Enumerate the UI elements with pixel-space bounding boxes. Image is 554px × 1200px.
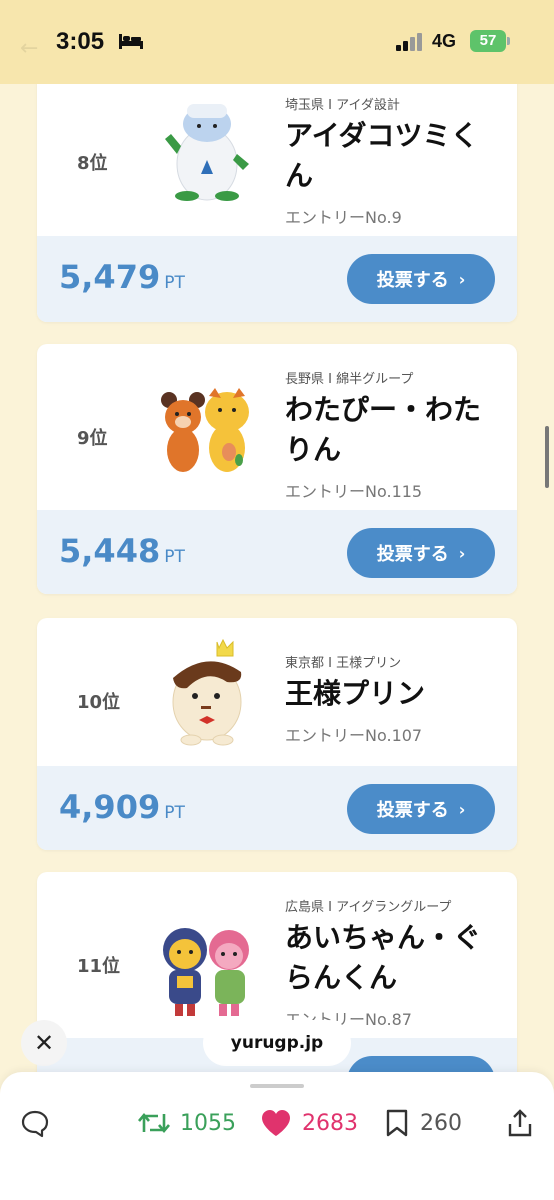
mascot-image	[161, 388, 249, 472]
rank-label: 9位	[77, 428, 108, 449]
repost-icon	[138, 1112, 170, 1134]
url-pill[interactable]: yurugp.jp	[203, 1020, 351, 1066]
card-footer: 5,479 PT 投票する ›	[37, 236, 517, 322]
vote-button[interactable]: 投票する ›	[347, 528, 495, 578]
vote-label: 投票する	[376, 270, 449, 291]
chevron-right-icon: ›	[458, 543, 466, 563]
share-icon	[508, 1109, 532, 1137]
close-button[interactable]: ✕	[21, 1020, 67, 1066]
heart-icon	[262, 1110, 290, 1136]
url-text: yurugp.jp	[230, 1033, 324, 1053]
ranking-card: 10位 東京都 I 王様プリン 王様プリン エントリーNo.107 4,909 P…	[37, 618, 517, 850]
share-button[interactable]	[506, 1108, 534, 1138]
prefecture-org: 長野県 I 綿半グループ	[285, 372, 414, 387]
rank-label: 10位	[77, 692, 121, 713]
points-value: 5,448	[59, 532, 161, 570]
like-count: 2683	[302, 1110, 358, 1136]
points-unit: PT	[164, 273, 185, 293]
signal-icon	[396, 33, 424, 51]
vote-label: 投票する	[376, 544, 449, 565]
scrollbar[interactable]	[545, 426, 549, 488]
sleep-focus-icon	[119, 34, 143, 49]
vote-label: 投票する	[376, 800, 449, 821]
mascot-name: わたぴー・わたりん	[285, 393, 482, 466]
entry-number: エントリーNo.115	[285, 482, 423, 501]
prefecture-org: 広島県 I アイグラングループ	[285, 900, 452, 915]
ranking-card: 8位 埼玉県 I アイダ設計 アイダコツミくん エントリーNo.9 5,479 P…	[37, 84, 517, 322]
mascot-image	[165, 104, 249, 201]
bookmark-icon	[386, 1109, 408, 1137]
card-footer: 4,909 PT 投票する ›	[37, 766, 517, 850]
points-display: 5,448 PT	[59, 532, 185, 570]
repost-count: 1055	[180, 1110, 236, 1136]
vote-button[interactable]: 投票する ›	[347, 784, 495, 834]
mascot-name: あいちゃん・ぐらんくん	[285, 921, 482, 994]
battery-tip	[507, 37, 510, 45]
mascot-name: アイダコツミくん	[285, 119, 479, 192]
points-display: 4,909 PT	[59, 788, 185, 826]
battery-level: 57	[470, 30, 506, 52]
sheet-grabber[interactable]	[250, 1084, 304, 1088]
bookmark-button[interactable]: 260	[384, 1108, 462, 1138]
rank-label: 11位	[77, 956, 121, 977]
mascot-name: 王様プリン	[285, 677, 426, 710]
reply-icon	[21, 1110, 49, 1138]
status-time: 3:05	[56, 28, 105, 55]
points-unit: PT	[164, 547, 185, 567]
chevron-right-icon: ›	[458, 269, 466, 289]
back-arrow-icon: ←	[20, 36, 39, 61]
points-value: 4,909	[59, 788, 161, 826]
mascot-image	[172, 638, 242, 746]
status-bar: ← 3:05 4G 57	[0, 0, 554, 84]
points-display: 5,479 PT	[59, 258, 185, 296]
card-footer: 5,448 PT 投票する ›	[37, 510, 517, 594]
rank-label: 8位	[77, 153, 108, 174]
prefecture-org: 埼玉県 I アイダ設計	[285, 98, 400, 113]
vote-button[interactable]: 投票する ›	[347, 254, 495, 304]
ranking-card: 9位 長野県 I 綿半グループ わたぴー・わたりん エントリーNo.115 5,…	[37, 344, 517, 594]
points-unit: PT	[164, 803, 185, 823]
network-type: 4G	[432, 31, 457, 51]
close-icon: ✕	[33, 1029, 55, 1057]
prefecture-org: 東京都 I 王様プリン	[285, 656, 402, 671]
chevron-right-icon: ›	[458, 799, 466, 819]
repost-button[interactable]: 1055	[138, 1108, 236, 1138]
like-button[interactable]: 2683	[260, 1108, 358, 1138]
bookmark-count: 260	[420, 1110, 462, 1136]
post-action-bar: 1055 2683 260	[0, 1072, 554, 1200]
reply-button[interactable]	[20, 1108, 50, 1138]
entry-number: エントリーNo.9	[285, 208, 402, 227]
points-value: 5,479	[59, 258, 161, 296]
mascot-image	[163, 928, 249, 1016]
entry-number: エントリーNo.107	[285, 726, 423, 745]
